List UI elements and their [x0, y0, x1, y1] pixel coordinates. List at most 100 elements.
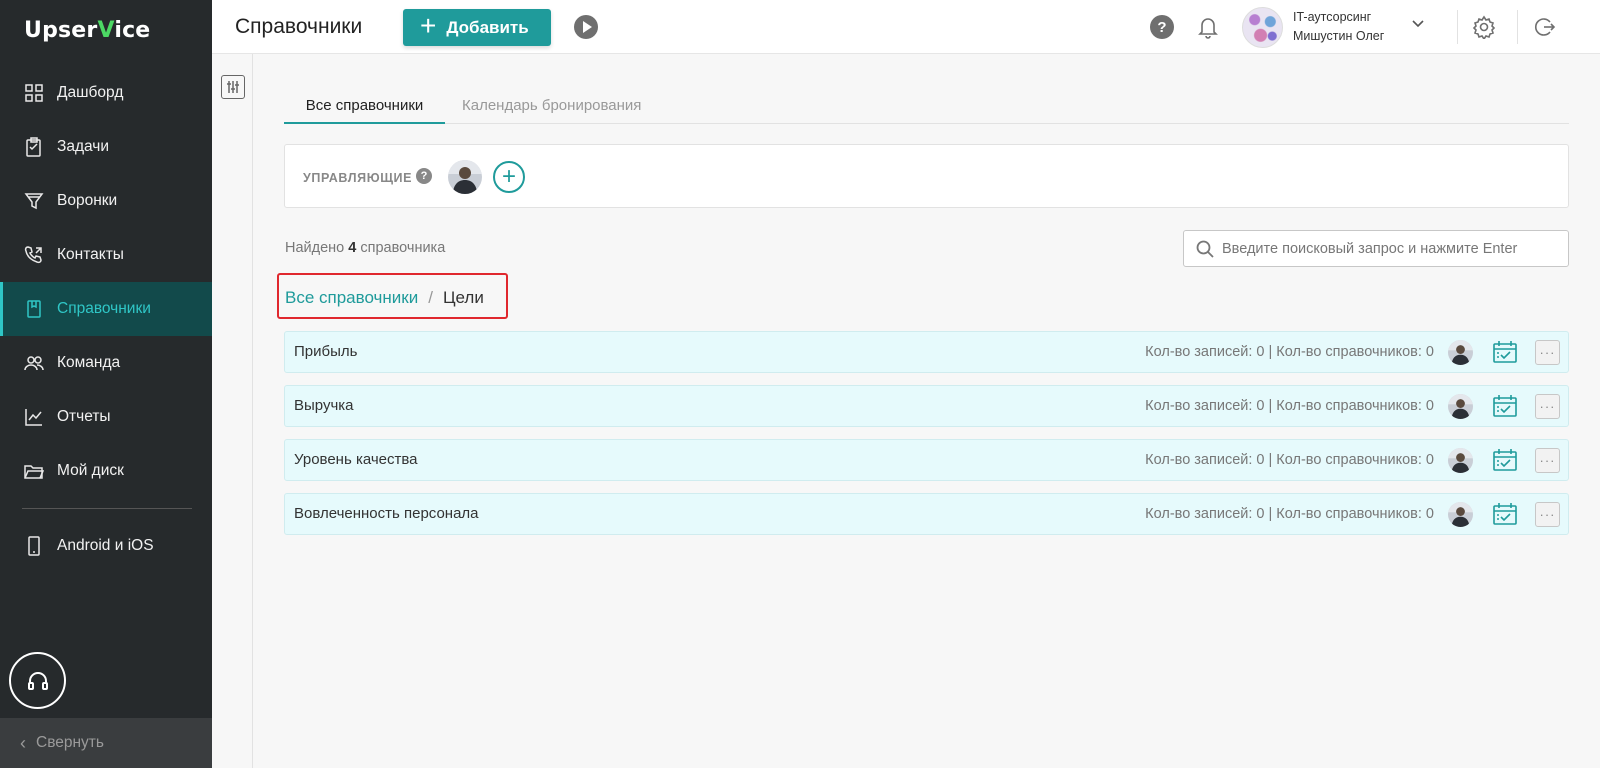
more-options-button[interactable]: ··· [1535, 340, 1560, 365]
top-header: Справочники + Добавить ? IT-аутсорсинг М… [212, 0, 1600, 54]
tab-booking-calendar[interactable]: Календарь бронирования [462, 90, 641, 124]
avatar[interactable] [448, 160, 482, 194]
directory-name: Уровень качества [294, 451, 418, 468]
more-options-button[interactable]: ··· [1535, 448, 1560, 473]
filter-settings-icon[interactable] [221, 75, 245, 99]
user-company: IT-аутсорсинг [1293, 10, 1372, 24]
page-title: Справочники [235, 15, 363, 38]
directory-stats: Кол-во записей: 0 | Кол-во справочников:… [1145, 506, 1434, 522]
sidebar-item-dashboard[interactable]: Дашборд [0, 66, 212, 120]
tabs-bar: Все справочники Календарь бронирования [284, 90, 1569, 124]
calendar-check-icon[interactable] [1492, 393, 1518, 419]
calendar-check-icon[interactable] [1492, 501, 1518, 527]
plus-icon: + [420, 10, 437, 41]
clipboard-icon [24, 137, 44, 157]
search-input[interactable] [1222, 231, 1562, 266]
avatar[interactable] [1448, 502, 1473, 527]
phone-icon [24, 245, 44, 265]
bell-icon[interactable] [1196, 14, 1220, 40]
sidebar-item-label: Мой диск [57, 462, 124, 479]
logo-text: Upser [24, 18, 98, 43]
sidebar-item-tasks[interactable]: Задачи [0, 120, 212, 174]
folder-icon [24, 461, 44, 481]
more-options-button[interactable]: ··· [1535, 394, 1560, 419]
support-button[interactable] [9, 652, 66, 709]
directory-name: Выручка [294, 397, 354, 414]
funnel-icon [24, 191, 44, 211]
directory-stats: Кол-во записей: 0 | Кол-во справочников:… [1145, 452, 1434, 468]
avatar[interactable] [1448, 340, 1473, 365]
logo-text-end: ice [114, 18, 151, 43]
help-icon[interactable]: ? [416, 168, 432, 184]
phone-device-icon [24, 536, 44, 556]
sidebar-item-funnels[interactable]: Воронки [0, 174, 212, 228]
sidebar-item-contacts[interactable]: Контакты [0, 228, 212, 282]
sidebar-nav: Дашборд Задачи Воронки Контакты Справочн… [0, 66, 212, 573]
play-video-icon[interactable] [574, 15, 598, 39]
list-item[interactable]: Вовлеченность персонала Кол-во записей: … [284, 493, 1569, 535]
logo-check: V [97, 18, 115, 43]
collapse-sidebar-button[interactable]: ‹ Свернуть [0, 718, 212, 768]
help-icon[interactable]: ? [1150, 15, 1174, 39]
gear-icon[interactable] [1472, 15, 1496, 41]
chevron-left-icon: ‹ [20, 732, 26, 753]
avatar[interactable] [1448, 394, 1473, 419]
company-avatar[interactable] [1242, 7, 1283, 48]
sidebar-item-reports[interactable]: Отчеты [0, 390, 212, 444]
user-info[interactable]: IT-аутсорсинг Мишустин Олег [1293, 8, 1384, 46]
add-manager-button[interactable]: + [493, 161, 525, 193]
calendar-check-icon[interactable] [1492, 447, 1518, 473]
sidebar-item-label: Команда [57, 354, 121, 371]
directory-stats: Кол-во записей: 0 | Кол-во справочников:… [1145, 344, 1434, 360]
managers-panel: УПРАВЛЯЮЩИЕ ? + [284, 144, 1569, 208]
sidebar-item-label: Отчеты [57, 408, 111, 425]
sidebar-item-directories[interactable]: Справочники [0, 282, 212, 336]
directory-stats: Кол-во записей: 0 | Кол-во справочников:… [1145, 398, 1434, 414]
breadcrumb-separator: / [428, 288, 433, 307]
directory-name: Вовлеченность персонала [294, 505, 479, 522]
headset-icon [27, 671, 48, 690]
logout-icon[interactable] [1532, 15, 1556, 39]
chevron-down-icon[interactable] [1411, 16, 1425, 30]
breadcrumb: Все справочники / Цели [285, 288, 484, 308]
sidebar: UpserVice Дашборд Задачи Воронки Контакт… [0, 0, 212, 768]
sidebar-item-label: Справочники [57, 300, 151, 317]
more-options-button[interactable]: ··· [1535, 502, 1560, 527]
sidebar-item-label: Дашборд [57, 84, 124, 101]
breadcrumb-current: Цели [442, 288, 484, 307]
sidebar-item-label: Воронки [57, 192, 118, 209]
list-item[interactable]: Прибыль Кол-во записей: 0 | Кол-во справ… [284, 331, 1569, 373]
sidebar-item-label: Контакты [57, 246, 124, 263]
grid-icon [24, 83, 44, 103]
list-item[interactable]: Выручка Кол-во записей: 0 | Кол-во справ… [284, 385, 1569, 427]
search-box [1183, 230, 1569, 267]
header-divider [1517, 10, 1518, 44]
sidebar-item-label: Задачи [57, 138, 110, 155]
app-logo[interactable]: UpserVice [24, 18, 150, 43]
found-count: Найдено 4 справочника [285, 240, 445, 256]
add-button[interactable]: + Добавить [403, 9, 551, 46]
tab-all-directories[interactable]: Все справочники [284, 90, 445, 124]
breadcrumb-root-link[interactable]: Все справочники [285, 288, 418, 308]
found-prefix: Найдено [285, 240, 345, 256]
sidebar-item-label: Android и iOS [57, 537, 154, 554]
directory-name: Прибыль [294, 343, 358, 360]
list-item[interactable]: Уровень качества Кол-во записей: 0 | Кол… [284, 439, 1569, 481]
add-button-label: Добавить [446, 17, 529, 37]
avatar[interactable] [1448, 448, 1473, 473]
header-divider [1457, 10, 1458, 44]
search-icon [1196, 240, 1214, 258]
user-name: Мишустин Олег [1293, 29, 1385, 43]
filter-strip [212, 54, 253, 768]
collapse-label: Свернуть [36, 734, 104, 751]
managers-label: УПРАВЛЯЮЩИЕ [303, 171, 413, 185]
directory-list: Прибыль Кол-во записей: 0 | Кол-во справ… [284, 331, 1569, 547]
chart-icon [24, 407, 44, 427]
sidebar-divider [22, 508, 192, 509]
team-icon [24, 353, 44, 373]
sidebar-item-team[interactable]: Команда [0, 336, 212, 390]
sidebar-item-my-disk[interactable]: Мой диск [0, 444, 212, 498]
calendar-check-icon[interactable] [1492, 339, 1518, 365]
book-icon [24, 299, 44, 319]
sidebar-item-mobile-apps[interactable]: Android и iOS [0, 519, 212, 573]
